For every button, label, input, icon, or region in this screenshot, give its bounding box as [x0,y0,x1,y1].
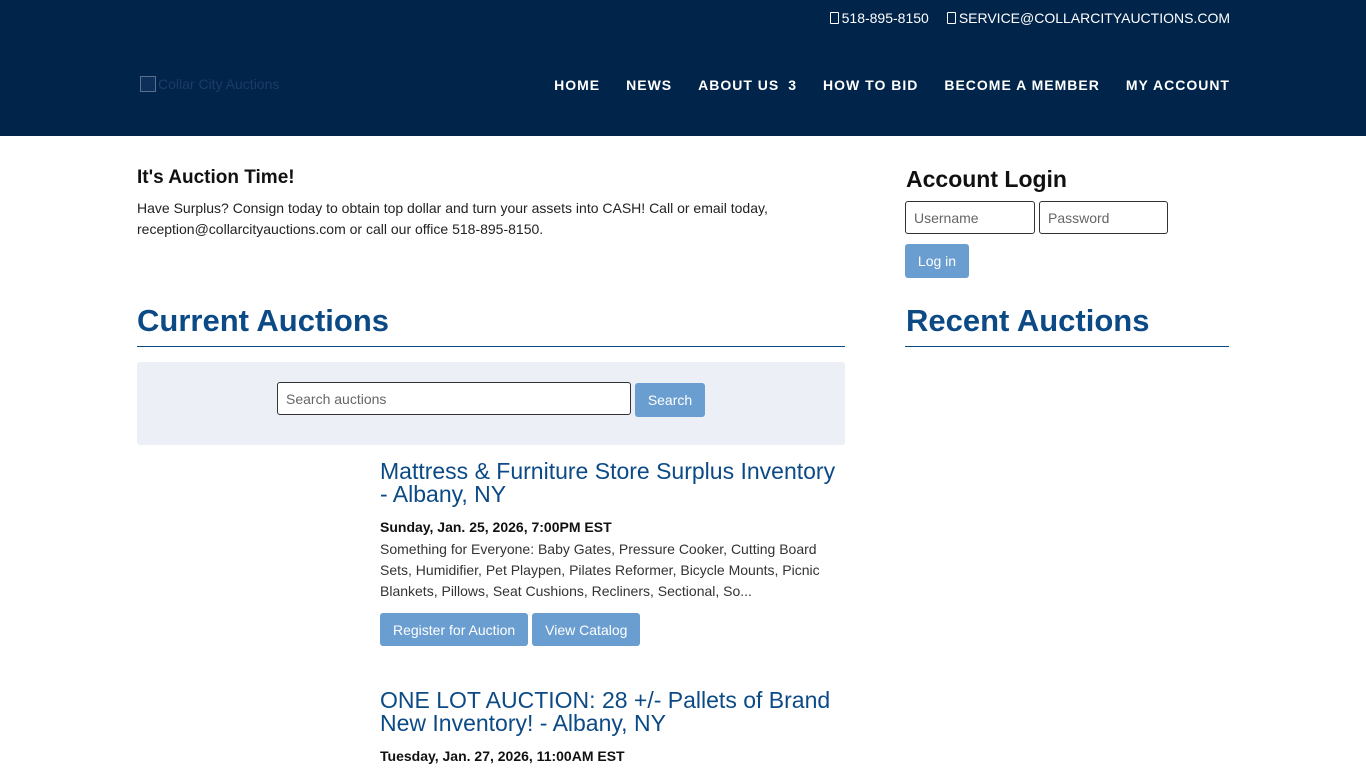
phone-contact[interactable]: 518-895-8150 [829,10,929,26]
nav-home[interactable]: HOME [554,77,600,93]
view-catalog-button[interactable]: View Catalog [532,613,641,646]
nav-my-account-label: MY ACCOUNT [1125,77,1230,93]
email-contact[interactable]: SERVICE@COLLARCITYAUCTIONS.COM [946,10,1230,26]
phone-number[interactable]: 518-895-8150 [842,10,929,26]
nav-become-member-label: BECOME A MEMBER [944,77,1100,93]
nav-about-us[interactable]: ABOUT US 3 [698,77,797,93]
recent-auctions-heading: Recent Auctions [906,303,1150,338]
auction-title[interactable]: Mattress & Furniture Store Surplus Inven… [380,460,845,506]
site-logo[interactable]: Collar City Auctions [140,76,279,92]
nav-how-to-bid[interactable]: HOW TO BID [823,77,918,93]
nav-news-label: NEWS [626,77,673,93]
nav-how-to-bid-label: HOW TO BID [823,77,919,93]
envelope-icon [946,12,956,24]
search-panel: Search [137,362,845,445]
main-nav: HOME NEWS ABOUT US 3 HOW TO BID BECOME A … [554,77,1230,93]
nav-my-account[interactable]: MY ACCOUNT [1126,77,1230,93]
intro-text: Have Surplus? Consign today to obtain to… [137,200,768,237]
auction-date: Sunday, Jan. 25, 2026, 7:00PM EST [380,519,612,535]
broken-image-icon [140,76,156,92]
email-address[interactable]: SERVICE@COLLARCITYAUCTIONS.COM [959,10,1230,26]
auction-title[interactable]: ONE LOT AUCTION: 28 +/- Pallets of Brand… [380,689,845,735]
nav-news[interactable]: NEWS [626,77,672,93]
logo-alt-text: Collar City Auctions [158,76,280,92]
account-login-heading: Account Login [906,166,1067,192]
nav-home-label: HOME [554,77,601,93]
nav-about-us-label: ABOUT US [698,77,780,93]
nav-become-member[interactable]: BECOME A MEMBER [944,77,1100,93]
password-field[interactable] [1039,201,1168,234]
phone-icon [829,12,839,24]
current-auctions-heading: Current Auctions [137,303,390,338]
recent-auctions-divider [905,346,1229,347]
register-for-auction-button[interactable]: Register for Auction [380,613,529,646]
auction-date: Tuesday, Jan. 27, 2026, 11:00AM EST [380,748,625,764]
intro-title: It's Auction Time! [137,167,295,188]
login-button[interactable]: Log in [905,244,969,278]
auction-description: Something for Everyone: Baby Gates, Pres… [380,541,820,599]
current-auctions-divider [137,346,845,347]
site-header: 518-895-8150 SERVICE@COLLARCITYAUCTIONS.… [0,0,1366,136]
auction-actions: Register for Auction View Catalog [380,613,845,646]
auction-item: Mattress & Furniture Store Surplus Inven… [380,460,845,646]
search-input[interactable] [277,382,631,415]
dropdown-caret-icon: 3 [788,77,798,93]
contact-bar: 518-895-8150 SERVICE@COLLARCITYAUCTIONS.… [829,10,1230,26]
search-button[interactable]: Search [635,383,705,417]
auction-item: ONE LOT AUCTION: 28 +/- Pallets of Brand… [380,689,845,765]
username-field[interactable] [905,201,1035,234]
